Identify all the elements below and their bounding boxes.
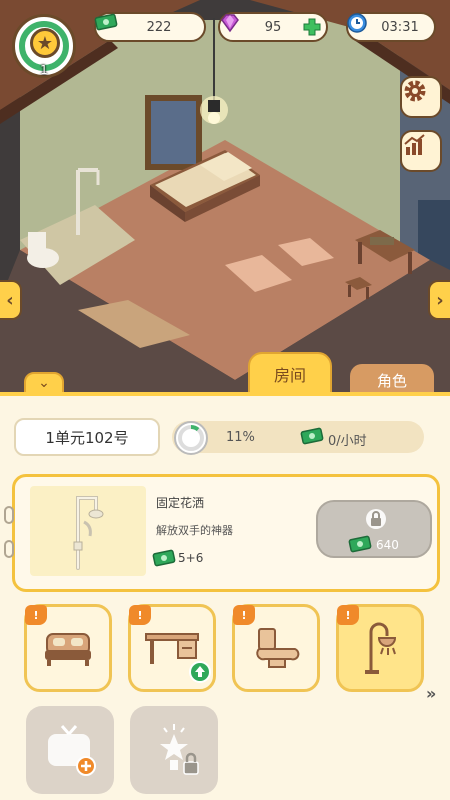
new-badge: ! [129,605,151,625]
category-shower[interactable]: ! [336,604,424,692]
progress-ring [174,421,208,455]
level-badge[interactable]: ★ 1 [12,14,76,78]
shower-icon [365,622,397,674]
room-name-label: 1单元102号 [14,418,160,456]
gem-icon [218,12,248,42]
buy-price: 640 [376,538,399,552]
progress-percent: 11% [226,430,255,445]
category-desk[interactable]: ! [128,604,216,692]
cash-icon [348,534,372,558]
cash-icon [152,548,176,572]
room-scene: ★ 1 222 95 03:31 ‹ › [0,0,450,392]
shower-icon [73,496,104,570]
next-room-button[interactable]: › [428,280,450,320]
category-decor[interactable] [130,706,218,794]
bed-icon [45,633,91,666]
cash-icon [94,12,124,42]
cash-icon [300,426,324,450]
tab-room[interactable]: 房间 [248,352,332,396]
category-toilet[interactable]: ! [232,604,320,692]
collapse-panel-button[interactable]: ⌄ [24,372,64,394]
category-tv[interactable] [26,706,114,794]
cash-counter[interactable]: 222 [94,12,206,42]
prev-room-button[interactable]: ‹ [0,280,22,320]
plus-icon[interactable] [302,17,324,39]
clock-icon [346,12,376,42]
tv-icon [48,725,96,776]
item-reward: 5+6 [178,551,204,565]
chevron-left-icon: ‹ [6,289,14,311]
lock-icon [183,752,199,775]
star-icon: ★ [30,28,60,58]
item-name: 固定花洒 [156,496,205,510]
chevron-right-icon[interactable]: » [426,684,436,703]
settings-button[interactable] [400,76,442,118]
item-description: 解放双手的神器 [156,524,233,537]
stats-button[interactable] [400,130,442,172]
binder-ring [4,540,14,558]
new-badge: ! [233,605,255,625]
room-progress-bar [172,421,424,453]
level-number: 1 [40,63,48,77]
category-bed[interactable]: ! [24,604,112,692]
lock-icon [366,508,386,534]
toilet-icon [256,628,300,668]
chevron-down-icon: ⌄ [38,375,50,391]
chevron-right-icon: › [436,289,444,311]
upgrade-icon [189,661,211,687]
income-rate: 0/小时 [328,434,367,449]
binder-ring [4,506,14,524]
new-badge: ! [337,605,359,625]
timer-display: 03:31 [346,12,436,42]
item-thumbnail [30,486,146,576]
star-lamp-icon [160,724,199,775]
gem-counter[interactable]: 95 [218,12,328,42]
new-badge: ! [25,605,47,625]
